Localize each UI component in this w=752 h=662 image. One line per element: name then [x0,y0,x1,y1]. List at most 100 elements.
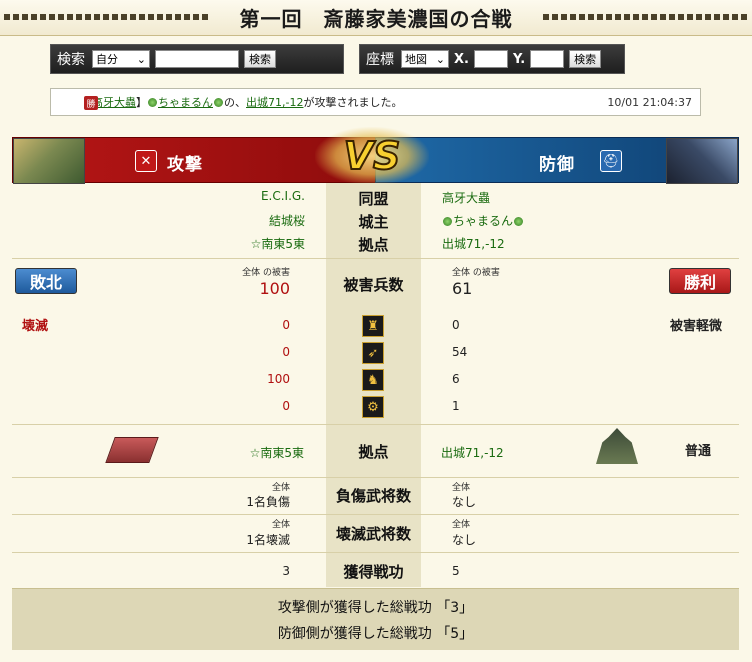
damage-label: 被害兵数 [343,276,404,294]
divider [12,514,739,515]
x-label: X. [454,51,469,67]
base2-label: 拠点 [358,443,389,461]
defender-injured: なし [452,495,477,509]
search-target-select[interactable]: 自分 ⌄ [92,50,150,68]
defender-merit: 5 [452,564,460,578]
castle-status: 普通 [685,444,712,459]
defender-bow-count: 54 [452,345,468,359]
y-label: Y. [512,51,526,67]
battle-header: ✕ 攻撃 防御 ⛑ VS [12,127,739,185]
base-label: 拠点 [358,236,389,254]
defender-damage-caption: 全体 の被害 [452,268,500,278]
chevron-down-icon: ⌄ [435,52,445,66]
defender-destroyed-caption: 全体 [452,520,471,530]
attacker-bow-count: 0 [282,345,290,359]
destroyed-label: 壊滅武将数 [335,525,411,543]
defender-destroyed: なし [452,533,477,547]
defender-base2[interactable]: 出城71,-12 [441,444,504,461]
attacker-damage-caption: 全体 の被害 [242,268,290,278]
attacker-injured: 1名負傷 [246,495,290,509]
defender-portrait [666,138,738,184]
horse-unit-icon: ♞ [362,369,384,391]
attacker-cavalry-count: 100 [267,372,290,386]
coord-label: 座標 [366,52,394,68]
page-title: 第一回 斎藤家美濃国の合戦 [0,0,752,36]
attacker-injured-caption: 全体 [271,483,290,493]
notice-place-link[interactable]: 出城71,-12 [246,94,303,110]
defender-base[interactable]: 出城71,-12 [442,235,505,252]
lord-status-icon [148,97,157,107]
alliance-row: E.C.I.G. 同盟 高牙大蟲 [12,189,739,209]
crossed-swords-icon: ✕ [135,150,157,172]
defender-lord-wrap: ちゃまるん [442,212,524,229]
defense-label: 防御 [539,155,575,175]
attacker-alliance[interactable]: E.C.I.G. [261,189,305,203]
defender-total-merit: 防御側が獲得した総戦功 「5」 [277,626,474,642]
coord-search-bar: 座標 地図 ⌄ X. Y. 検索 [359,44,625,74]
merit-label: 獲得戦功 [343,563,404,581]
defender-lord[interactable]: ちゃまるん [453,214,513,228]
base-row: ☆南東5東 拠点 出城71,-12 [12,235,739,255]
search-bar: 検索 自分 ⌄ 検索 [50,44,344,74]
y-coord-input[interactable] [530,50,565,68]
search-select-value: 自分 [96,53,118,66]
spear-unit-icon: ♜ [362,315,384,337]
defender-siege-count: 1 [452,399,460,413]
search-button[interactable]: 検索 [244,50,276,68]
helmet-icon: ⛑ [600,150,622,172]
notice-tail: が攻撃されました。 [303,96,403,109]
search-label: 検索 [57,52,85,68]
coord-select-value: 地図 [405,53,427,66]
lord-row: 結城桜 城主 ちゃまるん [12,212,739,232]
notice-alliance-link[interactable]: 高牙大蟲 [92,94,136,110]
search-input[interactable] [155,50,239,68]
attacker-total-merit: 攻撃側が獲得した総戦功 「3」 [277,600,474,616]
lord-status-icon [214,97,223,107]
lord-status-icon [443,217,452,226]
defender-spear-count: 0 [452,318,460,332]
defender-cavalry-count: 6 [452,372,460,386]
notice-suffix: 】 [136,96,147,109]
siege-unit-icon: ⚙ [362,396,384,418]
castle-icon [596,428,638,464]
defense-bar: 防御 ⛑ [375,137,739,184]
attacker-merit: 3 [282,564,290,578]
victory-badge-icon: 勝 [84,96,98,110]
attack-label: 攻撃 [167,155,203,175]
notice-lord-link[interactable]: ちゃまるん [158,94,213,110]
merit-summary: 攻撃側が獲得した総戦功 「3」 防御側が獲得した総戦功 「5」 [12,588,739,650]
victory-badge: 勝利 [669,268,731,294]
attacker-lord[interactable]: 結城桜 [269,212,305,229]
defender-status: 被害軽微 [669,319,722,334]
attacker-base[interactable]: ☆南東5東 [251,235,305,252]
alliance-label: 同盟 [358,190,389,208]
chevron-down-icon: ⌄ [136,52,146,66]
coord-map-select[interactable]: 地図 ⌄ [401,50,449,68]
divider [12,424,739,425]
defeat-badge: 敗北 [15,268,77,294]
vs-emblem: VS [315,127,429,185]
injured-label: 負傷武将数 [335,487,411,505]
battle-notice: 勝 【高牙大蟲】ちゃまるんの、出城71,-12が攻撃されました。 10/01 2… [50,88,701,116]
attacker-base2[interactable]: ☆南東5東 [250,444,304,461]
bow-unit-icon: ➶ [362,342,384,364]
coord-search-button[interactable]: 検索 [569,50,602,68]
x-coord-input[interactable] [473,50,508,68]
divider [12,477,739,478]
attacker-destroyed-caption: 全体 [271,520,290,530]
attacker-portrait [13,138,85,184]
notice-timestamp: 10/01 21:04:37 [607,95,692,109]
lord-status-icon [514,217,524,226]
attacker-damage: 100 [259,279,290,298]
divider [12,258,739,259]
defender-alliance[interactable]: 高牙大蟲 [442,189,490,206]
divider [12,552,739,553]
defender-injured-caption: 全体 [452,483,471,493]
defender-damage: 61 [452,279,473,298]
attacker-siege-count: 0 [282,399,290,413]
town-base-icon [105,437,159,463]
title-text: 第一回 斎藤家美濃国の合戦 [239,7,513,31]
attacker-spear-count: 0 [282,318,290,332]
notice-mid: の、 [224,96,246,109]
lord-label: 城主 [358,213,389,231]
